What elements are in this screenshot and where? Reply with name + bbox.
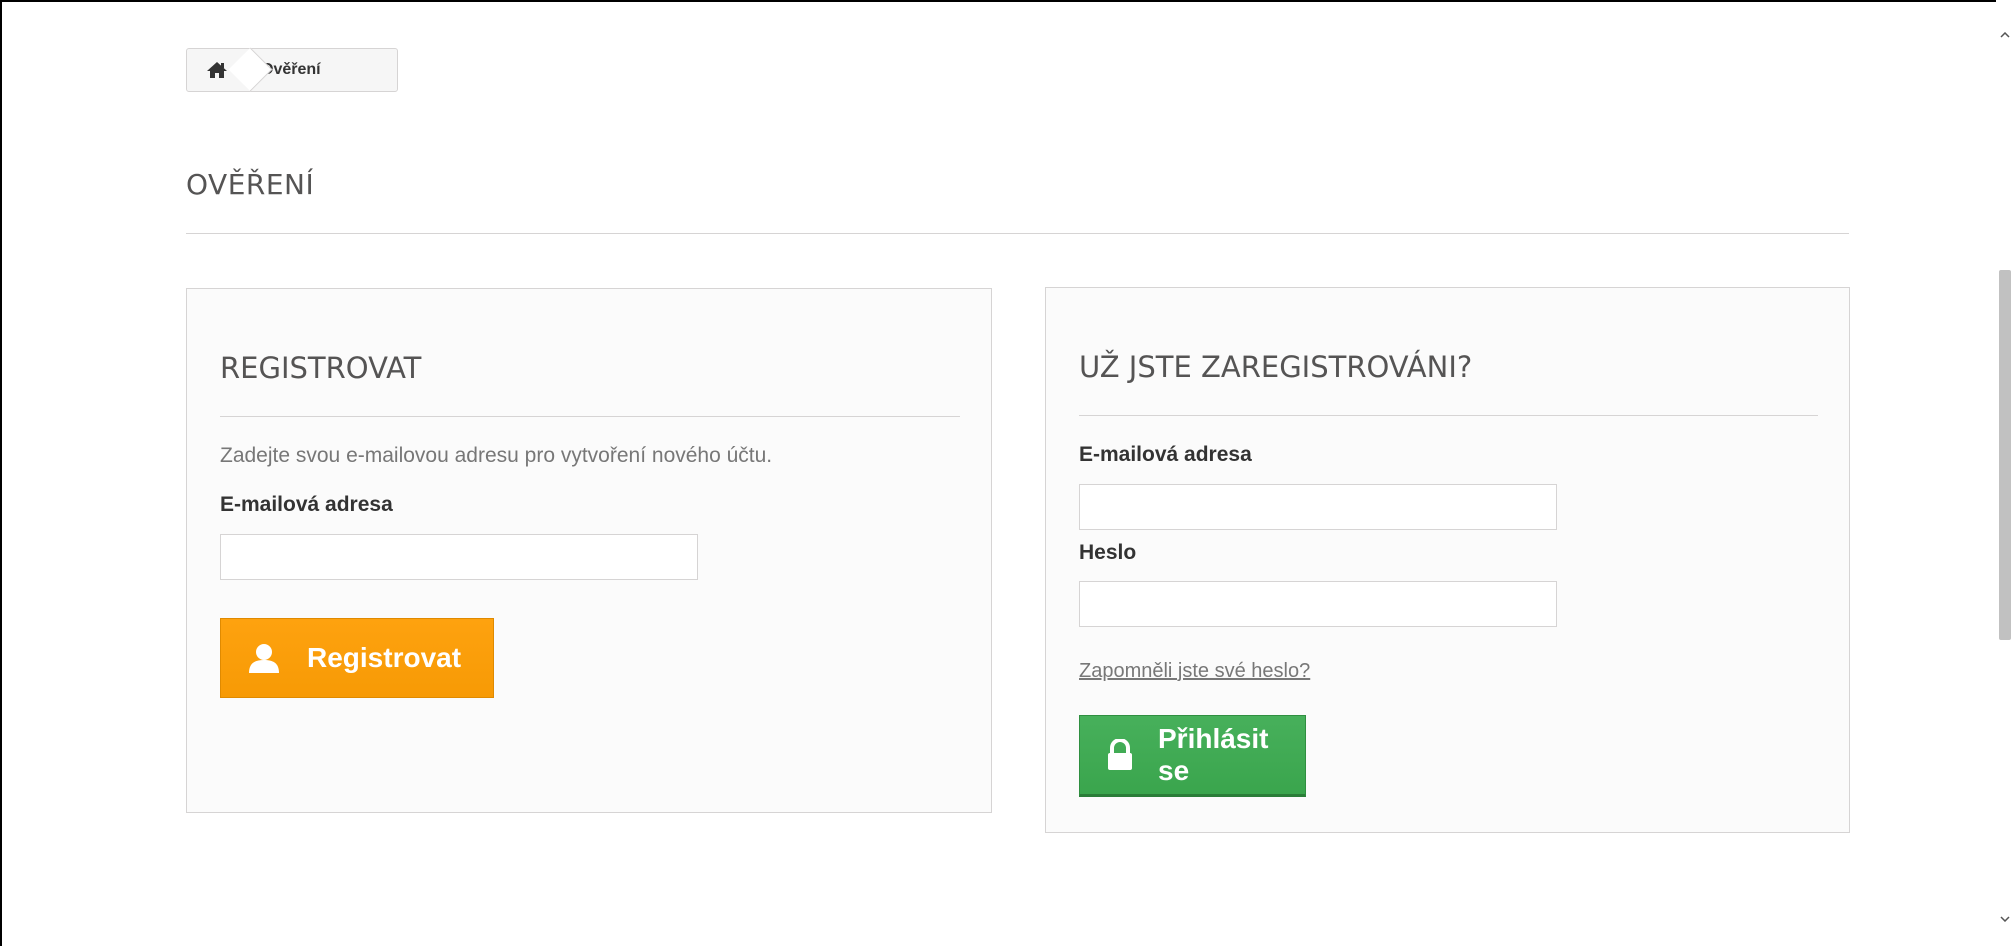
breadcrumb: Ověření bbox=[186, 48, 398, 92]
register-button[interactable]: Registrovat bbox=[220, 618, 494, 698]
page-title-divider bbox=[186, 233, 1849, 234]
scroll-up-arrow-icon[interactable] bbox=[1998, 28, 2012, 42]
login-button-label: Přihlásit se bbox=[1158, 723, 1269, 786]
register-email-label: E-mailová adresa bbox=[220, 493, 393, 516]
login-email-label: E-mailová adresa bbox=[1079, 443, 1252, 466]
register-panel: REGISTROVAT Zadejte svou e-mailovou adre… bbox=[186, 288, 992, 813]
login-title: UŽ JSTE ZAREGISTROVÁNI? bbox=[1079, 350, 1473, 384]
login-password-label: Heslo bbox=[1079, 541, 1137, 564]
login-title-divider bbox=[1079, 415, 1818, 416]
register-title-divider bbox=[220, 416, 960, 417]
scroll-down-arrow-icon[interactable] bbox=[1998, 912, 2012, 926]
login-button[interactable]: Přihlásit se bbox=[1079, 715, 1306, 797]
vertical-scrollbar[interactable] bbox=[1996, 0, 2013, 946]
lock-icon bbox=[1106, 739, 1134, 771]
register-email-input[interactable] bbox=[220, 534, 698, 580]
register-title: REGISTROVAT bbox=[220, 351, 422, 385]
home-icon bbox=[207, 62, 227, 78]
user-icon bbox=[247, 642, 281, 674]
register-button-label: Registrovat bbox=[307, 642, 462, 673]
login-email-input[interactable] bbox=[1079, 484, 1557, 530]
login-panel: UŽ JSTE ZAREGISTROVÁNI? E-mailová adresa… bbox=[1045, 287, 1850, 833]
login-password-input[interactable] bbox=[1079, 581, 1557, 627]
register-description: Zadejte svou e-mailovou adresu pro vytvo… bbox=[220, 444, 773, 467]
page-title: OVĚŘENÍ bbox=[186, 168, 315, 201]
forgot-password-link[interactable]: Zapomněli jste své heslo? bbox=[1079, 660, 1310, 683]
scrollbar-thumb[interactable] bbox=[1999, 270, 2011, 640]
